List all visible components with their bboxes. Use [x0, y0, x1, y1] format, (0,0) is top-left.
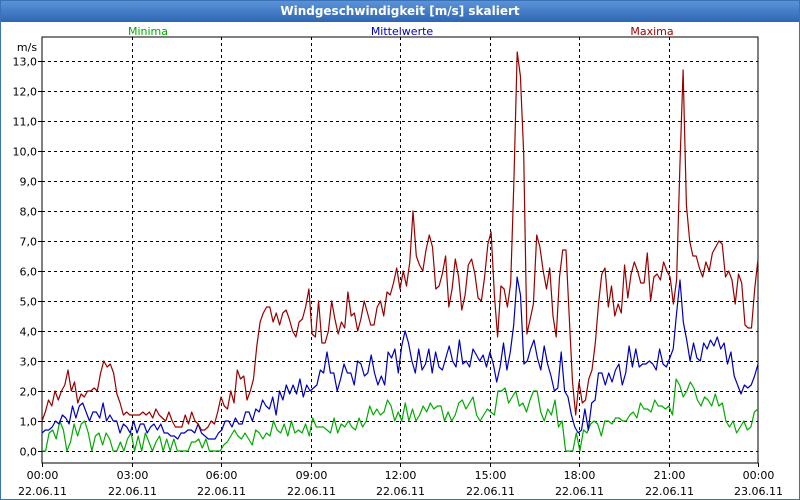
y-axis-label: m/s — [17, 41, 37, 54]
x-tick-time: 06:00 — [206, 469, 238, 482]
y-tick-label: 0,0 — [20, 446, 38, 459]
y-tick-label: 10,0 — [13, 146, 38, 159]
x-tick-date: 22.06.11 — [466, 485, 515, 498]
wind-speed-chart: 0,0 1,0 2,0 3,0 4,0 5,0 6,0 7,0 8,0 9,0 10,0 11,0 12… — [13, 25, 783, 498]
y-tick-label: 5,0 — [20, 296, 38, 309]
y-tick-label: 12,0 — [13, 86, 38, 99]
y-tick-label: 9,0 — [20, 176, 38, 189]
grid — [42, 37, 758, 463]
y-tick-label: 6,0 — [20, 266, 38, 279]
x-tick-time: 21:00 — [654, 469, 686, 482]
x-tick-date: 22.06.11 — [197, 485, 246, 498]
legend-maxima: Maxima — [630, 25, 673, 38]
x-tick-time: 15:00 — [475, 469, 507, 482]
chart-window: Windgeschwindigkeit [m/s] skaliert 0,0 1,… — [0, 0, 800, 500]
y-tick-label: 8,0 — [20, 206, 38, 219]
x-tick-date: 23.06.11 — [734, 485, 783, 498]
y-tick-label: 13,0 — [13, 56, 38, 69]
y-tick-label: 11,0 — [13, 116, 38, 129]
y-tick-label: 4,0 — [20, 326, 38, 339]
x-tick-time: 00:00 — [27, 469, 59, 482]
x-tick-time: 00:00 — [743, 469, 775, 482]
legend-minima: Minima — [128, 25, 168, 38]
x-tick-date: 22.06.11 — [555, 485, 604, 498]
x-tick-time: 03:00 — [117, 469, 149, 482]
x-tick-date: 22.06.11 — [645, 485, 694, 498]
y-tick-label: 7,0 — [20, 236, 38, 249]
x-tick-date: 22.06.11 — [108, 485, 157, 498]
y-tick-label: 1,0 — [20, 416, 38, 429]
legend: Minima Mittelwerte Maxima — [128, 25, 674, 38]
y-tick-label: 2,0 — [20, 386, 38, 399]
x-tick-date: 22.06.11 — [376, 485, 425, 498]
legend-mittelwerte: Mittelwerte — [371, 25, 434, 38]
x-tick-time: 12:00 — [385, 469, 417, 482]
y-tick-label: 3,0 — [20, 356, 38, 369]
x-tick-time: 09:00 — [296, 469, 328, 482]
x-tick-time: 18:00 — [564, 469, 596, 482]
window-title: Windgeschwindigkeit [m/s] skaliert — [1, 1, 799, 22]
x-tick-date: 22.06.11 — [18, 485, 67, 498]
x-tick-date: 22.06.11 — [287, 485, 336, 498]
